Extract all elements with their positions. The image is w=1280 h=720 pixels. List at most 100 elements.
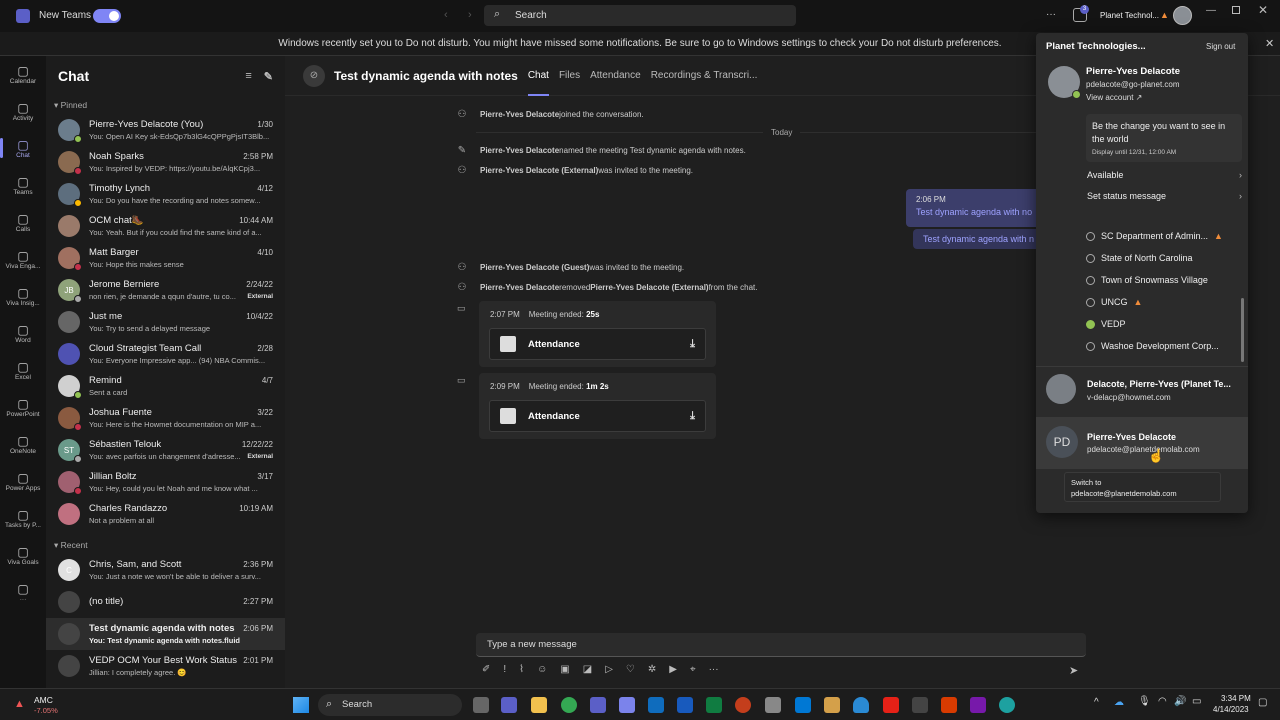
profile-avatar[interactable] — [1173, 6, 1192, 25]
chat-list-item[interactable]: Charles Randazzo 10:19 AM Not a problem at… — [46, 498, 285, 530]
tray-overflow-icon[interactable]: ^ — [1094, 697, 1099, 708]
taskbar-search[interactable]: ⌕ Search — [318, 694, 462, 716]
chat-list-item[interactable]: Joshua Fuente 3/22 You: Here is the Howmet… — [46, 402, 285, 434]
banner-close-icon[interactable]: ✕ — [1265, 32, 1274, 56]
praise-icon[interactable]: ♡ — [626, 664, 635, 675]
start-icon[interactable] — [293, 697, 309, 713]
chat-list-item[interactable]: Remind 4/7 Sent a card — [46, 370, 285, 402]
excel-icon[interactable] — [706, 697, 722, 713]
attendance-report[interactable]: Attendance ⤓ — [489, 400, 706, 432]
chat-list-item[interactable]: VEDP OCM Your Best Work Status 2:01 PM Jil… — [46, 650, 285, 682]
youtube-icon[interactable] — [883, 697, 899, 713]
chat-list-item[interactable]: Just me 10/4/22 You: Try to send a delayed… — [46, 306, 285, 338]
task-view-icon[interactable] — [473, 697, 489, 713]
microphone-icon[interactable]: 🎙 — [1138, 696, 1151, 707]
rail-item-viva-goals[interactable]: ▢ Viva Goals — [0, 537, 46, 574]
attendance-report[interactable]: Attendance ⤓ — [489, 328, 706, 360]
tab-files[interactable]: Files — [559, 56, 580, 96]
maximize-icon[interactable] — [1232, 6, 1240, 14]
status-message-box[interactable]: Be the change you want to see in the wor… — [1086, 114, 1242, 162]
more-actions-icon[interactable]: ··· — [709, 664, 719, 675]
minimize-icon[interactable]: — — [1206, 5, 1216, 16]
rail-item-bell[interactable]: ▢ Activity — [0, 93, 46, 130]
rail-item-onenote[interactable]: ▢ OneNote — [0, 426, 46, 463]
app-icon[interactable] — [765, 697, 781, 713]
chat-list-item[interactable]: JB Jerome Berniere 2/24/22 non rien, je dem… — [46, 274, 285, 306]
other-account-demolab[interactable]: PD Pierre-Yves Delacote pdelacote@planet… — [1036, 417, 1248, 469]
chat-list-item[interactable]: Cloud Strategist Team Call 2/28 You: Every… — [46, 338, 285, 370]
rail-item-chat[interactable]: ▢ Chat — [0, 130, 46, 167]
pinned-section-label[interactable]: ▾ Pinned — [46, 96, 285, 114]
rail-item-viva-insights[interactable]: ▢ Viva Insig... — [0, 278, 46, 315]
office-icon[interactable] — [941, 697, 957, 713]
rail-item-word[interactable]: ▢ Word — [0, 315, 46, 352]
chat-list-item[interactable]: Jillian Boltz 3/17 You: Hey, could you let… — [46, 466, 285, 498]
loop-icon[interactable]: ✲ — [648, 664, 656, 675]
more-options-icon[interactable]: ··· — [1046, 9, 1056, 20]
download-icon[interactable]: ⤓ — [690, 338, 695, 351]
onenote-icon[interactable] — [970, 697, 986, 713]
filter-icon[interactable]: ≡ — [245, 70, 251, 83]
notification-center-icon[interactable]: ▢ — [1258, 697, 1267, 708]
chat-list-item[interactable]: Pierre-Yves Delacote (You) 1/30 You: Open … — [46, 114, 285, 146]
new-teams-toggle[interactable] — [93, 9, 121, 23]
rail-item-power-apps[interactable]: ▢ Power Apps — [0, 463, 46, 500]
fluid-component-link[interactable]: Test dynamic agenda with n — [913, 229, 1043, 249]
rail-item-teams[interactable]: ▢ Teams — [0, 167, 46, 204]
chat-list-item[interactable]: Matt Barger 4/10 You: Hope this makes sens… — [46, 242, 285, 274]
gif-icon[interactable]: ▣ — [560, 664, 569, 675]
stock-widget-icon[interactable]: ▲ — [14, 698, 25, 710]
org-item[interactable]: VEDP — [1036, 313, 1248, 335]
clock-date[interactable]: 4/14/2023 — [1213, 705, 1249, 714]
tab-chat[interactable]: Chat — [527, 56, 550, 96]
chat-list-item[interactable]: (no title) 2:27 PM — [46, 586, 285, 618]
rail-item-viva-engage[interactable]: ▢ Viva Enga... — [0, 241, 46, 278]
volume-icon[interactable]: 🔊 — [1174, 696, 1186, 707]
rail-item-excel[interactable]: ▢ Excel — [0, 352, 46, 389]
rail-item-tasks[interactable]: ▢ Tasks by P... — [0, 500, 46, 537]
schedule-meeting-icon[interactable]: ▷ — [605, 664, 613, 675]
edge-icon[interactable] — [999, 697, 1015, 713]
chat-list-item[interactable]: Noah Sparks 2:58 PM You: Inspired by VEDP:… — [46, 146, 285, 178]
location-icon[interactable]: ⌖ — [690, 664, 696, 675]
chat-list-item[interactable]: C Chris, Sam, and Scott 2:36 PM You: Just a… — [46, 554, 285, 586]
search-box[interactable]: ⌕ Search — [484, 5, 796, 26]
view-account-link[interactable]: View account ↗ — [1086, 93, 1142, 102]
recent-section-label[interactable]: ▾ Recent — [46, 536, 285, 554]
chat-list-item[interactable]: Timothy Lynch 4/12 You: Do you have the re… — [46, 178, 285, 210]
snip-icon[interactable] — [912, 697, 928, 713]
chat-list-item[interactable]: ST Sébastien Telouk 12/22/22 You: avec parf… — [46, 434, 285, 466]
battery-icon[interactable]: ▭ — [1192, 696, 1201, 707]
org-item[interactable]: SC Department of Admin... ▲ — [1036, 225, 1248, 247]
onedrive-icon[interactable] — [853, 697, 869, 713]
scrollbar[interactable] — [1241, 298, 1244, 362]
outlook-classic-icon[interactable] — [795, 697, 811, 713]
sign-out-link[interactable]: Sign out — [1206, 42, 1235, 51]
org-item[interactable]: Town of Snowmass Village — [1036, 269, 1248, 291]
teams-chat-icon[interactable] — [501, 697, 517, 713]
set-status-menu[interactable]: Set status message › — [1036, 191, 1248, 209]
org-item[interactable]: State of North Carolina — [1036, 247, 1248, 269]
chat-list-item[interactable]: Test dynamic agenda with notes 2:06 PM You… — [46, 618, 285, 650]
own-message-bubble[interactable]: 2:06 PM Test dynamic agenda with no — [906, 189, 1046, 227]
chat-list-item[interactable]: OCM chat🥾 10:44 AM You: Yeah. But if you c… — [46, 210, 285, 242]
attach-icon[interactable]: ⌇ — [519, 664, 524, 675]
org-item[interactable]: UNCG ▲ — [1036, 291, 1248, 313]
tab-attendance[interactable]: Attendance — [590, 56, 641, 96]
rail-item-phone[interactable]: ▢ Calls — [0, 204, 46, 241]
format-icon[interactable]: ✐ — [482, 664, 490, 675]
important-icon[interactable]: ! — [503, 664, 506, 675]
emoji-icon[interactable]: ☺ — [537, 664, 547, 675]
download-icon[interactable]: ⤓ — [690, 410, 695, 423]
paint-icon[interactable] — [824, 697, 840, 713]
stream-icon[interactable]: ▶ — [669, 664, 677, 675]
clock-time[interactable]: 3:34 PM — [1221, 694, 1251, 703]
back-arrow-icon[interactable]: ‹ — [444, 9, 448, 21]
outlook-icon[interactable] — [648, 697, 664, 713]
new-chat-icon[interactable]: ✎ — [264, 70, 273, 83]
file-explorer-icon[interactable] — [531, 697, 547, 713]
org-label[interactable]: Planet Technol... — [1100, 11, 1159, 20]
powerpoint-icon[interactable] — [735, 697, 751, 713]
close-window-icon[interactable]: ✕ — [1258, 3, 1268, 17]
rail-item-more[interactable]: ▢ ··· — [0, 574, 46, 611]
